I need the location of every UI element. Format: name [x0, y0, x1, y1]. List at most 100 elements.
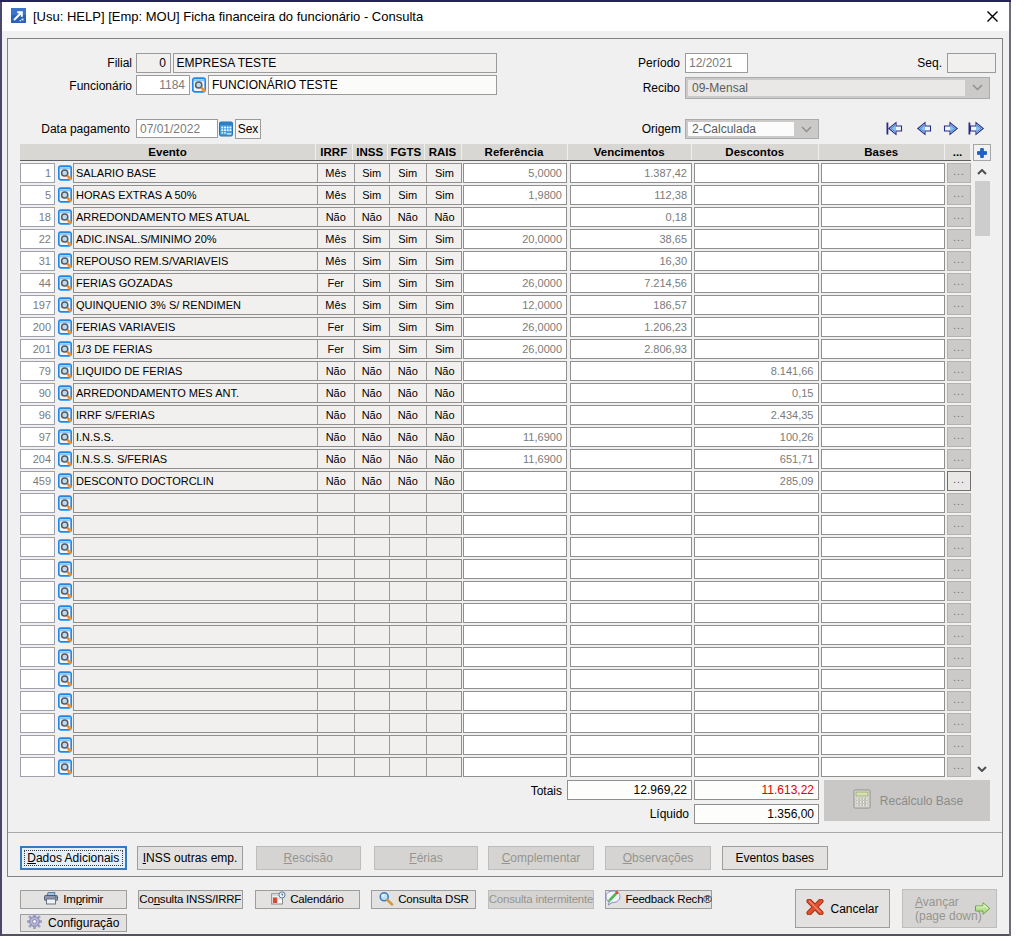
inss-flag-cell[interactable]: Não [354, 450, 390, 468]
referencia-cell[interactable] [463, 207, 567, 227]
vencimentos-cell[interactable] [570, 625, 693, 645]
funcionario-search-magnifier-icon[interactable] [192, 77, 206, 93]
inss-flag-cell[interactable] [354, 494, 390, 512]
column-header-irrf[interactable]: IRRF [316, 144, 353, 160]
bases-cell[interactable] [821, 537, 946, 557]
event-search-magnifier-icon[interactable] [58, 429, 72, 445]
event-search-magnifier-icon[interactable] [58, 473, 72, 489]
referencia-cell[interactable] [463, 559, 567, 579]
bases-cell[interactable] [821, 339, 946, 359]
event-search-magnifier-icon[interactable] [58, 297, 72, 313]
nav-previous-button[interactable] [915, 121, 933, 140]
irrf-flag-cell[interactable]: Não [317, 428, 354, 446]
rais-flag-cell[interactable]: Sim [426, 340, 463, 358]
row-more-button[interactable]: ... [947, 273, 971, 293]
row-more-button[interactable]: ... [947, 691, 971, 711]
rais-flag-cell[interactable]: Sim [426, 296, 463, 314]
bases-cell[interactable] [821, 229, 946, 249]
event-search-magnifier-icon[interactable] [58, 693, 72, 709]
vencimentos-cell[interactable] [570, 515, 693, 535]
rais-flag-cell[interactable]: Sim [426, 186, 463, 204]
irrf-flag-cell[interactable] [317, 736, 354, 754]
row-code-cell[interactable]: 97 [20, 427, 55, 447]
row-code-cell[interactable]: 200 [20, 317, 55, 337]
referencia-cell[interactable] [463, 515, 567, 535]
event-name-cell[interactable]: LIQUIDO DE FERIAS [74, 362, 316, 380]
inss-flag-cell[interactable]: Não [354, 472, 390, 490]
rais-flag-cell[interactable]: Sim [426, 252, 463, 270]
event-search-magnifier-icon[interactable] [58, 561, 72, 577]
vencimentos-cell[interactable] [570, 669, 693, 689]
fgts-flag-cell[interactable] [389, 736, 426, 754]
event-name-cell[interactable] [74, 516, 316, 534]
event-name-cell[interactable]: HORAS EXTRAS A 50% [74, 186, 316, 204]
irrf-flag-cell[interactable]: Não [317, 208, 354, 226]
event-search-magnifier-icon[interactable] [58, 539, 72, 555]
row-more-button[interactable]: ... [947, 603, 971, 623]
row-code-cell[interactable] [20, 559, 55, 579]
event-search-magnifier-icon[interactable] [58, 605, 72, 621]
descontos-cell[interactable] [694, 537, 819, 557]
vencimentos-cell[interactable]: 7.214,56 [570, 273, 693, 293]
inss-flag-cell[interactable]: Sim [354, 230, 390, 248]
descontos-cell[interactable] [694, 251, 819, 271]
row-more-button[interactable]: ... [947, 449, 971, 469]
row-code-cell[interactable] [20, 647, 55, 667]
fgts-flag-cell[interactable]: Não [389, 450, 426, 468]
vencimentos-cell[interactable] [570, 383, 693, 403]
event-name-cell[interactable] [74, 604, 316, 622]
row-code-cell[interactable] [20, 669, 55, 689]
row-code-cell[interactable] [20, 537, 55, 557]
event-name-cell[interactable] [74, 758, 316, 776]
vencimentos-cell[interactable] [570, 713, 693, 733]
referencia-cell[interactable]: 20,0000 [463, 229, 567, 249]
row-more-button[interactable]: ... [947, 735, 971, 755]
irrf-flag-cell[interactable] [317, 560, 354, 578]
inss-flag-cell[interactable] [354, 560, 390, 578]
row-more-button[interactable]: ... [947, 251, 971, 271]
row-code-cell[interactable] [20, 625, 55, 645]
irrf-flag-cell[interactable]: Mês [317, 186, 354, 204]
event-search-magnifier-icon[interactable] [58, 363, 72, 379]
event-search-magnifier-icon[interactable] [58, 319, 72, 335]
irrf-flag-cell[interactable]: Não [317, 406, 354, 424]
event-search-magnifier-icon[interactable] [58, 627, 72, 643]
referencia-cell[interactable] [463, 405, 567, 425]
rais-flag-cell[interactable]: Não [426, 406, 463, 424]
event-search-magnifier-icon[interactable] [58, 583, 72, 599]
inss-flag-cell[interactable] [354, 582, 390, 600]
event-name-cell[interactable]: ARREDONDAMENTO MES ANT. [74, 384, 316, 402]
row-code-cell[interactable] [20, 493, 55, 513]
inss-flag-cell[interactable]: Não [354, 428, 390, 446]
event-name-cell[interactable]: QUINQUENIO 3% S/ RENDIMEN [74, 296, 316, 314]
vencimentos-cell[interactable] [570, 581, 693, 601]
rais-flag-cell[interactable] [426, 538, 463, 556]
inss-flag-cell[interactable] [354, 604, 390, 622]
consulta-dsr-button[interactable]: Consulta DSR [371, 890, 476, 910]
inss-flag-cell[interactable]: Não [354, 384, 390, 402]
event-search-magnifier-icon[interactable] [58, 759, 72, 775]
column-header-evento[interactable]: Evento [20, 144, 316, 160]
vencimentos-cell[interactable] [570, 735, 693, 755]
event-name-cell[interactable] [74, 670, 316, 688]
rais-flag-cell[interactable]: Não [426, 450, 463, 468]
vencimentos-cell[interactable] [570, 691, 693, 711]
inss-flag-cell[interactable] [354, 626, 390, 644]
imprimir-button[interactable]: Imprimir [20, 890, 127, 910]
fgts-flag-cell[interactable]: Sim [389, 186, 426, 204]
scroll-up-icon[interactable] [974, 165, 990, 179]
descontos-cell[interactable] [694, 713, 819, 733]
event-search-magnifier-icon[interactable] [58, 737, 72, 753]
irrf-flag-cell[interactable] [317, 714, 354, 732]
inss-flag-cell[interactable]: Sim [354, 186, 390, 204]
inss-flag-cell[interactable]: Sim [354, 318, 390, 336]
row-code-cell[interactable]: 96 [20, 405, 55, 425]
rais-flag-cell[interactable] [426, 692, 463, 710]
column-header-[interactable]: ... [945, 144, 971, 160]
irrf-flag-cell[interactable] [317, 582, 354, 600]
fgts-flag-cell[interactable]: Sim [389, 296, 426, 314]
configuracao-button[interactable]: Configuração [20, 914, 127, 933]
row-code-cell[interactable] [20, 515, 55, 535]
periodo-input[interactable]: 12/2021 [685, 53, 748, 73]
event-name-cell[interactable] [74, 714, 316, 732]
